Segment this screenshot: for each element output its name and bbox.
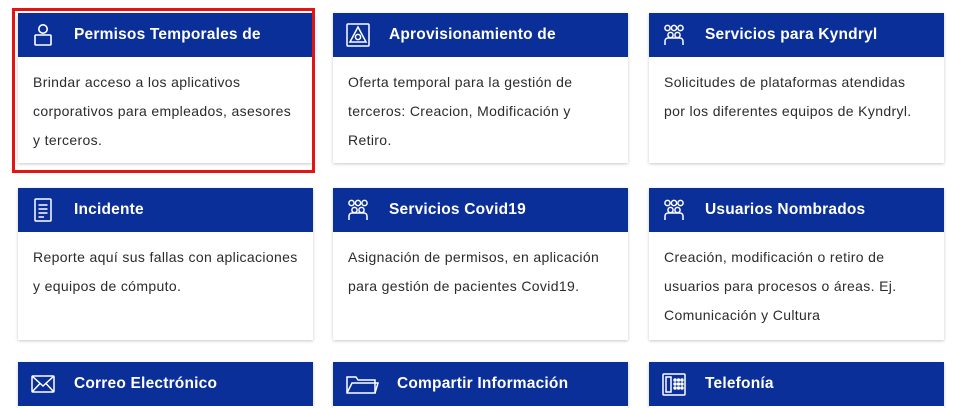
card-header: Correo Electrónico (18, 362, 313, 406)
card-description: Oferta temporal para la gestión de terce… (348, 74, 573, 148)
card-header: Aprovisionamiento de (333, 13, 628, 57)
card-header: Incidente (18, 188, 313, 232)
card-correo-electronico[interactable]: Correo Electrónico (18, 362, 313, 408)
phone-icon (661, 371, 687, 397)
card-permisos-temporales[interactable]: Permisos Temporales de Brindar acceso a … (18, 13, 313, 163)
folder-icon (345, 371, 379, 397)
group-icon (661, 197, 687, 223)
card-servicios-covid19[interactable]: Servicios Covid19 Asignación de permisos… (333, 188, 628, 340)
envelope-icon (30, 371, 56, 397)
document-icon (30, 197, 56, 223)
card-header: Telefonía (649, 362, 944, 406)
card-header: Usuarios Nombrados (649, 188, 944, 232)
card-title: Servicios para Kyndryl (705, 26, 878, 43)
person-icon (30, 22, 56, 48)
card-description: Solicitudes de plataformas atendidas por… (664, 74, 912, 119)
card-title: Usuarios Nombrados (705, 201, 866, 218)
group-icon (661, 22, 687, 48)
card-header: Compartir Información (333, 362, 628, 406)
card-title: Incidente (74, 201, 144, 218)
card-title: Correo Electrónico (74, 375, 218, 392)
card-title: Telefonía (705, 375, 774, 392)
card-description: Brindar acceso a los aplicativos corpora… (33, 74, 292, 148)
card-description: Reporte aquí sus fallas con aplicaciones… (33, 249, 298, 294)
card-servicios-kyndryl[interactable]: Servicios para Kyndryl Solicitudes de pl… (649, 13, 944, 163)
card-usuarios-nombrados[interactable]: Usuarios Nombrados Creación, modificació… (649, 188, 944, 340)
card-title: Aprovisionamiento de (389, 26, 556, 43)
provisioning-icon (345, 22, 371, 48)
card-incidente[interactable]: Incidente Reporte aquí sus fallas con ap… (18, 188, 313, 340)
card-description: Asignación de permisos, en aplicación pa… (348, 249, 600, 294)
card-description: Creación, modificación o retiro de usuar… (664, 249, 897, 323)
service-catalog-grid: Permisos Temporales de Brindar acceso a … (0, 0, 963, 408)
card-header: Servicios Covid19 (333, 188, 628, 232)
group-icon (345, 197, 371, 223)
card-title: Servicios Covid19 (389, 201, 526, 218)
card-title: Permisos Temporales de (74, 26, 261, 43)
card-telefonia[interactable]: Telefonía (649, 362, 944, 408)
card-aprovisionamiento[interactable]: Aprovisionamiento de Oferta temporal par… (333, 13, 628, 163)
card-compartir-informacion[interactable]: Compartir Información (333, 362, 628, 408)
card-header: Permisos Temporales de (18, 13, 313, 57)
card-header: Servicios para Kyndryl (649, 13, 944, 57)
card-title: Compartir Información (397, 375, 569, 392)
